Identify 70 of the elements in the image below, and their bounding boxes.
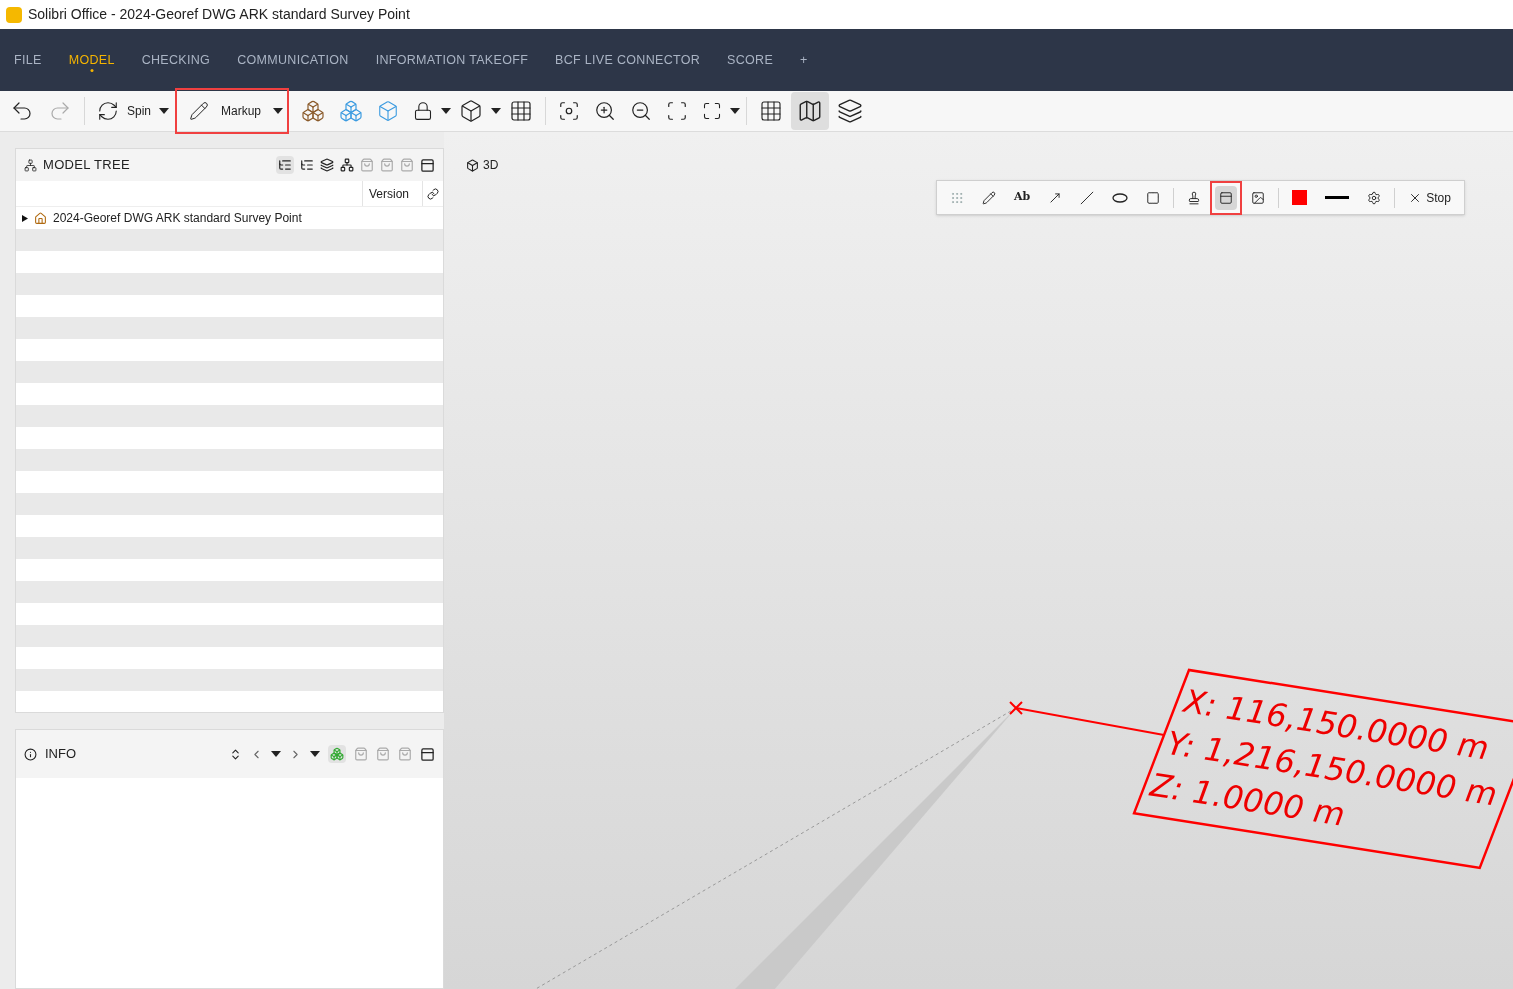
focus-icon xyxy=(558,100,581,122)
survey-point-marker xyxy=(1009,701,1023,715)
info-icon xyxy=(24,747,37,761)
menu-tab[interactable]: INFORMATION TAKEOFF xyxy=(375,50,529,70)
bag-icon xyxy=(398,747,412,761)
zoom-out-icon xyxy=(630,100,653,122)
coordinates-icon xyxy=(1219,190,1234,205)
building-icon xyxy=(34,211,47,225)
menu-tab[interactable]: BCF LIVE CONNECTOR xyxy=(555,50,701,70)
rotate-icon xyxy=(97,100,119,122)
grid-icon xyxy=(509,99,534,123)
coordinates-tool[interactable] xyxy=(1215,185,1238,210)
network-icon xyxy=(340,158,354,172)
link-icon xyxy=(427,187,439,200)
bag-icon xyxy=(360,158,374,172)
line-icon xyxy=(1080,190,1095,205)
pencil-icon xyxy=(189,101,210,121)
menu-tab[interactable]: CHECKING xyxy=(141,50,211,70)
dropdown-caret-icon[interactable] xyxy=(441,108,452,114)
app-logo-icon xyxy=(6,6,22,23)
tree-icon xyxy=(24,158,37,172)
window-icon xyxy=(420,157,435,173)
menu-tab[interactable]: + xyxy=(800,50,808,70)
layers-icon xyxy=(320,158,334,172)
grip-icon xyxy=(950,190,964,205)
layers-icon xyxy=(837,98,864,124)
sort-icon xyxy=(229,747,242,761)
menu-tab[interactable]: FILE xyxy=(14,50,42,70)
panel-title: MODEL TREE xyxy=(43,156,132,175)
menu-tab[interactable]: COMMUNICATION xyxy=(237,50,349,70)
stamp-icon xyxy=(1187,190,1202,205)
tree-item[interactable]: 2024-Georef DWG ARK standard Survey Point xyxy=(16,207,443,229)
boxes-icon xyxy=(301,99,326,123)
menu-tab[interactable]: SCORE xyxy=(727,50,774,70)
scan-icon xyxy=(666,100,689,122)
bag-icon xyxy=(376,747,390,761)
panel-title: INFO xyxy=(45,745,78,764)
stroke-icon xyxy=(1325,196,1350,199)
bag-icon xyxy=(354,747,368,761)
dropdown-caret-icon[interactable] xyxy=(273,108,284,114)
dropdown-caret-icon[interactable] xyxy=(491,108,502,114)
arrow-icon xyxy=(1048,190,1063,205)
pencil-icon xyxy=(982,190,996,205)
menu-tab[interactable]: MODEL xyxy=(68,50,115,70)
tree-view-icon xyxy=(278,158,292,172)
window-title: Solibri Office - 2024-Georef DWG ARK standard Survey Point xyxy=(28,5,410,24)
zoom-in-icon xyxy=(594,100,617,122)
settings-icon xyxy=(1367,190,1382,205)
boxes-icon xyxy=(339,99,364,123)
ellipse-icon xyxy=(1112,192,1129,203)
bag-icon xyxy=(400,158,414,172)
image-icon xyxy=(1251,190,1266,205)
bag-icon xyxy=(380,158,394,172)
column-header[interactable]: Version xyxy=(363,181,423,206)
dropdown-caret-icon[interactable] xyxy=(730,108,741,114)
window-icon xyxy=(420,746,435,762)
view-label: 3D xyxy=(483,157,499,174)
lock-icon xyxy=(413,101,434,121)
grid-icon xyxy=(759,99,784,123)
dropdown-caret-icon[interactable] xyxy=(271,751,281,757)
markup-button[interactable]: Markup xyxy=(181,95,270,127)
cube-icon xyxy=(466,158,479,172)
spin-button[interactable]: Spin xyxy=(91,95,158,127)
map-button[interactable] xyxy=(791,92,830,130)
tree-view-icon xyxy=(300,158,314,172)
box-icon xyxy=(377,100,400,122)
box-icon xyxy=(459,99,484,123)
boxes-icon xyxy=(330,747,344,761)
dropdown-caret-icon[interactable] xyxy=(159,108,170,114)
dropdown-caret-icon[interactable] xyxy=(310,751,320,757)
